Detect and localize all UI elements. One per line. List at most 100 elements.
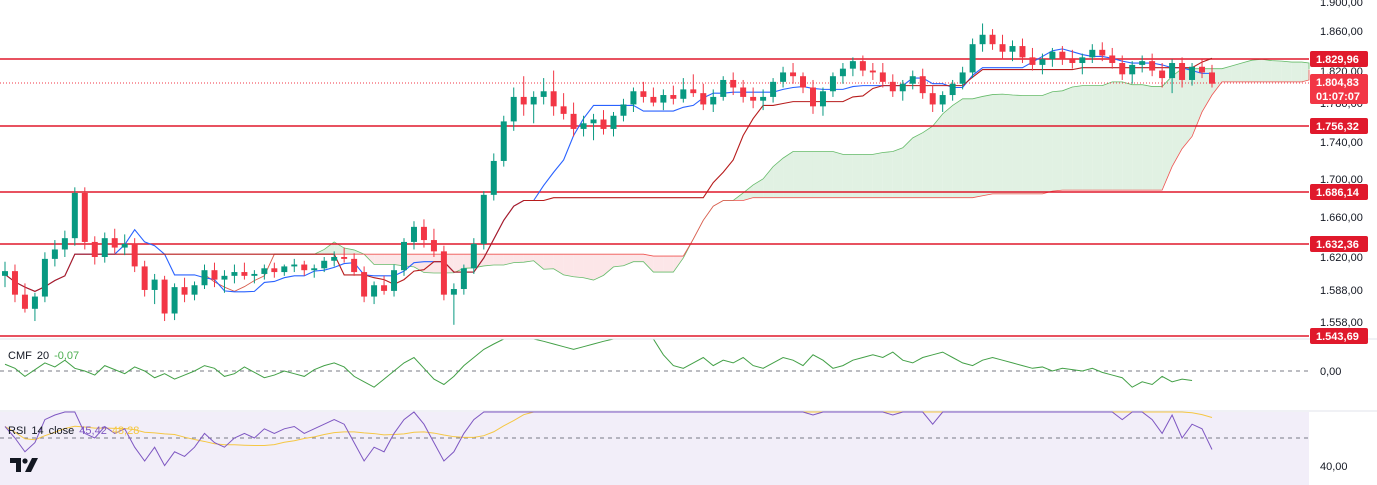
candle-body — [91, 241, 98, 257]
candle — [500, 115, 507, 167]
candle — [640, 81, 647, 103]
candle-body — [640, 91, 647, 97]
candle — [849, 57, 856, 77]
candle-body — [650, 96, 657, 103]
rsi-name: RSI — [8, 425, 27, 437]
candle — [221, 270, 228, 293]
cmf-pane — [0, 338, 1309, 388]
candle-body — [909, 76, 916, 84]
candle-body — [351, 258, 358, 273]
candle — [450, 283, 457, 325]
candle-body — [690, 89, 697, 94]
y-tick-label: 1.900,00 — [1320, 0, 1363, 9]
cloud-segment — [1162, 76, 1173, 191]
rsi-legend[interactable]: RSI 14 close 45,42 48,28 — [8, 425, 144, 437]
candle-body — [899, 83, 906, 92]
cloud-segment — [1261, 59, 1272, 82]
candle-body — [600, 119, 607, 129]
candle-body — [1059, 51, 1066, 60]
candle-body — [740, 87, 747, 97]
candle-body — [670, 95, 677, 99]
candle-body — [770, 81, 777, 97]
candle-body — [1049, 51, 1056, 60]
candle — [750, 87, 757, 109]
candle — [989, 29, 996, 50]
rsi-period: 14 — [31, 425, 44, 437]
cloud-segment — [783, 151, 794, 198]
candle-body — [580, 123, 587, 129]
candle-body — [510, 96, 517, 122]
level-tag-label: 1.632,36 — [1316, 239, 1359, 251]
cloud-segment — [1022, 95, 1033, 194]
candle-body — [31, 296, 38, 309]
candle-body — [999, 44, 1006, 52]
candle-body — [1089, 49, 1096, 58]
candle — [480, 191, 487, 250]
candle — [800, 72, 807, 94]
candle — [111, 228, 118, 254]
candle — [1109, 47, 1116, 69]
candle — [530, 91, 537, 124]
candle-body — [1159, 70, 1166, 79]
candle — [301, 260, 308, 276]
candle — [590, 113, 597, 141]
candle — [869, 63, 876, 80]
cloud-segment — [812, 151, 823, 198]
candle — [730, 72, 737, 96]
cloud-segment — [543, 254, 554, 270]
cloud-segment — [822, 151, 833, 198]
candle-body — [261, 268, 268, 274]
candle-body — [301, 264, 308, 271]
candle-body — [989, 34, 996, 45]
cloud-segment — [793, 151, 804, 198]
candle-body — [61, 238, 68, 250]
candle-body — [221, 275, 228, 280]
candle — [351, 253, 358, 276]
candle — [1009, 40, 1016, 62]
cmf-legend[interactable]: CMF 20 -0,07 — [8, 350, 84, 362]
candle — [630, 87, 637, 112]
candle-body — [211, 270, 218, 280]
candle-body — [81, 192, 88, 242]
cloud-segment — [1241, 60, 1252, 82]
candle-body — [949, 83, 956, 96]
candle-body — [281, 266, 288, 273]
candle-body — [490, 160, 497, 195]
candle — [939, 91, 946, 112]
y-tick-label: 1.620,00 — [1320, 252, 1363, 264]
candle — [909, 70, 916, 90]
cloud-segment — [1301, 62, 1309, 82]
candle — [919, 68, 926, 99]
candle — [540, 78, 547, 105]
cloud-segment — [1092, 85, 1103, 191]
candle-body — [889, 81, 896, 92]
level-tag-label: 1.543,69 — [1316, 331, 1359, 343]
candle — [271, 262, 278, 278]
tradingview-logo[interactable] — [10, 456, 44, 474]
candle-body — [121, 243, 128, 248]
candle-body — [41, 258, 48, 297]
price-chart[interactable]: 1.900,001.860,001.820,001.780,001.740,00… — [0, 0, 1377, 485]
cloud-segment — [1142, 84, 1153, 191]
candle — [790, 63, 797, 84]
cloud-segment — [1032, 95, 1043, 194]
candle — [61, 230, 68, 257]
candle-body — [959, 72, 966, 84]
cloud-segment — [384, 254, 395, 265]
cloud-segment — [882, 151, 893, 198]
candle-body — [2, 271, 8, 276]
candle-body — [111, 238, 118, 248]
candle-body — [311, 268, 318, 271]
cloud-segment — [633, 254, 644, 262]
cloud-segment — [1231, 63, 1242, 82]
candle — [770, 78, 777, 103]
cmf-line — [4, 338, 1193, 388]
candle-body — [1029, 57, 1036, 65]
candle — [71, 187, 78, 246]
candle — [391, 264, 398, 297]
cloud-segment — [982, 94, 993, 196]
candle-body — [1149, 61, 1156, 71]
candle-body — [630, 91, 637, 105]
candle-body — [1109, 55, 1116, 64]
level-tag-label: 1.829,96 — [1316, 54, 1359, 66]
